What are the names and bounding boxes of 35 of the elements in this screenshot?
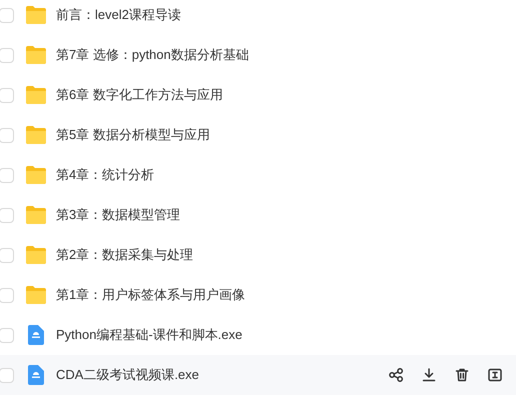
- checkbox[interactable]: [0, 208, 14, 222]
- share-icon[interactable]: [388, 367, 404, 383]
- rename-icon[interactable]: [487, 367, 503, 383]
- file-name[interactable]: 第5章 数据分析模型与应用: [56, 126, 210, 144]
- folder-icon: [25, 165, 47, 185]
- folder-icon: [25, 85, 47, 105]
- file-name[interactable]: 第4章：统计分析: [56, 166, 154, 184]
- checkbox[interactable]: [0, 88, 14, 102]
- checkbox[interactable]: [0, 288, 14, 302]
- file-name[interactable]: Python编程基础-课件和脚本.exe: [56, 326, 242, 344]
- download-icon[interactable]: [421, 367, 437, 383]
- folder-icon: [25, 245, 47, 265]
- file-name[interactable]: 第3章：数据模型管理: [56, 206, 180, 224]
- checkbox[interactable]: [0, 168, 14, 182]
- checkbox[interactable]: [0, 368, 14, 382]
- checkbox[interactable]: [0, 8, 14, 22]
- file-name[interactable]: 第6章 数字化工作方法与应用: [56, 86, 223, 104]
- file-row[interactable]: CDA二级考试视频课.exe: [0, 355, 516, 395]
- folder-icon: [25, 205, 47, 225]
- trash-icon[interactable]: [454, 367, 470, 383]
- executable-file-icon: [25, 325, 47, 345]
- file-name[interactable]: 第1章：用户标签体系与用户画像: [56, 286, 246, 304]
- folder-icon: [25, 285, 47, 305]
- executable-file-icon: [25, 365, 47, 385]
- checkbox[interactable]: [0, 128, 14, 142]
- checkbox[interactable]: [0, 48, 14, 62]
- folder-icon: [25, 125, 47, 145]
- file-name[interactable]: 前言：level2课程导读: [56, 6, 181, 24]
- file-name[interactable]: 第2章：数据采集与处理: [56, 246, 194, 264]
- checkbox[interactable]: [0, 328, 14, 342]
- folder-icon: [25, 45, 47, 65]
- file-name[interactable]: CDA二级考试视频课.exe: [56, 366, 200, 384]
- file-name[interactable]: 第7章 选修：python数据分析基础: [56, 46, 249, 64]
- checkbox[interactable]: [0, 248, 14, 262]
- folder-icon: [25, 5, 47, 25]
